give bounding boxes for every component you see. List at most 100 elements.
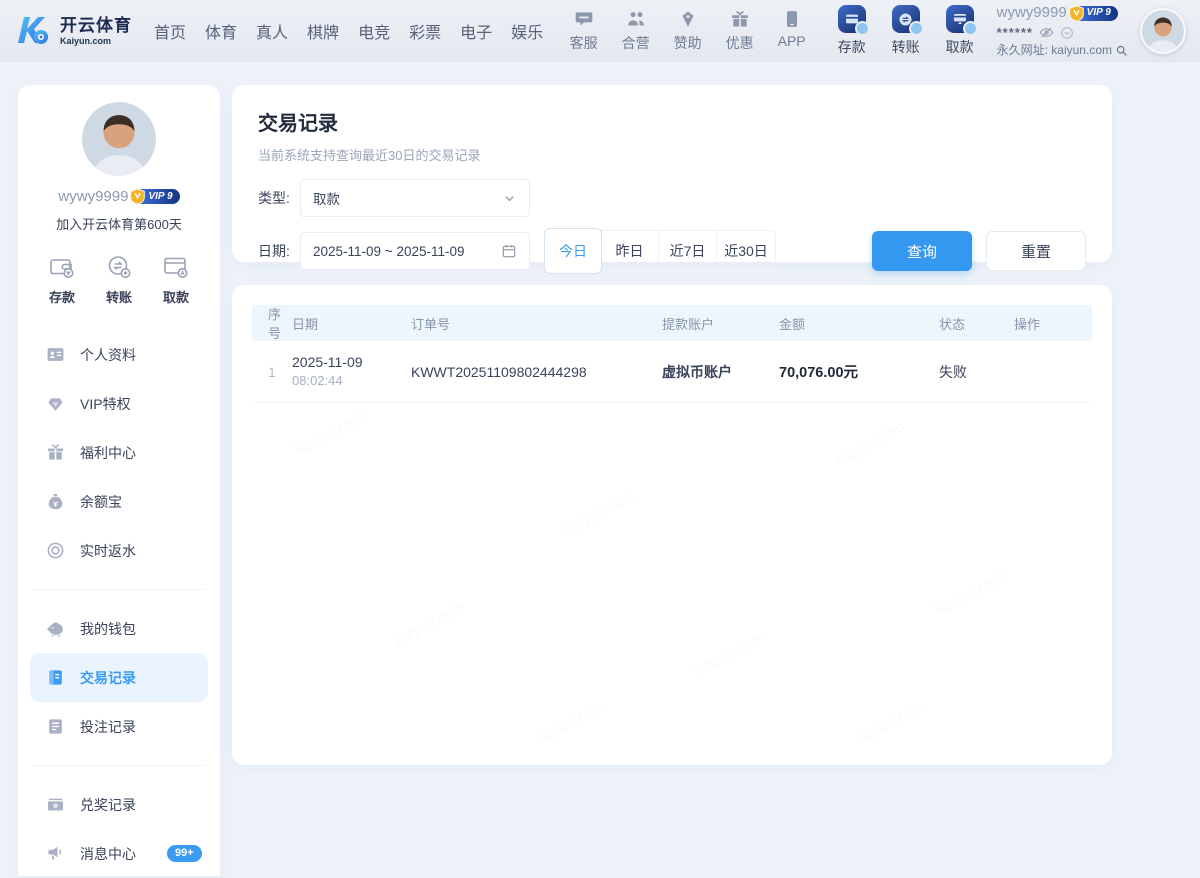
sidebar-item-prize[interactable]: 兑奖记录 bbox=[18, 780, 220, 829]
nav-item-home[interactable]: 首页 bbox=[154, 19, 186, 43]
nav-item-esports[interactable]: 电竞 bbox=[358, 19, 390, 43]
sidebar-item-rebate[interactable]: 实时返水 bbox=[18, 526, 220, 575]
support-icon bbox=[574, 9, 594, 29]
sidebar-item-bets[interactable]: 投注记录 bbox=[18, 702, 220, 751]
date-label: 日期: bbox=[258, 241, 300, 261]
sidebar-item-profile[interactable]: 个人资料 bbox=[18, 330, 220, 379]
brand-title: 开云体育 bbox=[60, 17, 132, 34]
main-content: 交易记录 当前系统支持查询最近30日的交易记录 类型: 取款 日期: 2025-… bbox=[232, 85, 1112, 765]
nav-item-entertainment[interactable]: 娱乐 bbox=[511, 19, 543, 43]
sidebar-transfer-button[interactable]: 转账 bbox=[105, 253, 133, 306]
vip-shield-icon bbox=[129, 187, 146, 206]
sidebar-item-vip[interactable]: VIP特权 bbox=[18, 379, 220, 428]
messages-count-badge: 99+ bbox=[167, 845, 202, 862]
sidebar-divider bbox=[34, 765, 204, 766]
sidebar-item-wallet[interactable]: 我的钱包 bbox=[18, 604, 220, 653]
quick-range-group: 今日 昨日 近7日 近30日 bbox=[544, 230, 776, 272]
table-row: 1 2025-11-09 08:02:44 KWWT20251109802444… bbox=[252, 341, 1092, 403]
username[interactable]: wywy9999 bbox=[997, 4, 1067, 23]
nav-item-live[interactable]: 真人 bbox=[256, 19, 288, 43]
app-label: APP bbox=[778, 33, 806, 49]
type-row: 类型: 取款 bbox=[258, 179, 1086, 217]
promo-label: 优惠 bbox=[726, 33, 754, 53]
nav-item-lottery[interactable]: 彩票 bbox=[409, 19, 441, 43]
nav-item-cards[interactable]: 棋牌 bbox=[307, 19, 339, 43]
header-quick-gray: 客服 合营 赞助 优惠 bbox=[563, 9, 813, 53]
user-summary: wywy9999 VIP 9 ****** bbox=[997, 4, 1128, 58]
sidebar-item-label: 实时返水 bbox=[80, 541, 136, 561]
chevron-circle-icon[interactable] bbox=[1060, 26, 1074, 40]
sidebar-item-label: 我的钱包 bbox=[80, 619, 136, 639]
support-label: 客服 bbox=[570, 33, 598, 53]
type-select-value: 取款 bbox=[313, 188, 502, 208]
transfer-icon bbox=[892, 5, 920, 33]
partner-button[interactable]: 合营 bbox=[615, 9, 657, 53]
avatar[interactable] bbox=[1140, 8, 1186, 54]
deposit-button[interactable]: 存款 bbox=[831, 5, 873, 57]
megaphone-icon bbox=[46, 844, 65, 863]
range-30days-button[interactable]: 近30日 bbox=[717, 231, 775, 271]
row-status: 失败 bbox=[939, 362, 1014, 382]
sidebar-item-transactions[interactable]: 交易记录 bbox=[30, 653, 208, 702]
sidebar-username: wywy9999 bbox=[58, 188, 128, 205]
type-select[interactable]: 取款 bbox=[300, 179, 530, 217]
sidebar-item-label: 兑奖记录 bbox=[80, 795, 136, 815]
row-amount: 70,076.00元 bbox=[779, 361, 939, 382]
sidebar-item-yuebao[interactable]: 余额宝 bbox=[18, 477, 220, 526]
date-row: 日期: 2025-11-09 ~ 2025-11-09 今日 昨日 近7日 近3… bbox=[258, 230, 1086, 272]
col-amount: 金额 bbox=[779, 314, 939, 333]
calendar-icon bbox=[501, 243, 517, 259]
vip-icon bbox=[46, 394, 65, 413]
top-bar: 开云体育 Kaiyun.com 首页 体育 真人 棋牌 电竞 彩票 电子 娱乐 … bbox=[0, 0, 1200, 62]
sidebar-item-welfare[interactable]: 福利中心 bbox=[18, 428, 220, 477]
sidebar-deposit-label: 存款 bbox=[49, 287, 75, 306]
promo-button[interactable]: 优惠 bbox=[719, 9, 761, 53]
magnifier-icon[interactable] bbox=[1115, 44, 1128, 57]
transfer-button[interactable]: 转账 bbox=[885, 5, 927, 57]
query-button[interactable]: 查询 bbox=[872, 231, 972, 271]
sidebar-menu: 个人资料 VIP特权 福利中心 余额宝 bbox=[18, 330, 220, 878]
eye-slash-icon[interactable] bbox=[1039, 25, 1054, 40]
sidebar-quick-actions: 存款 转账 取款 bbox=[18, 253, 220, 306]
col-action: 操作 bbox=[1014, 314, 1092, 333]
sponsor-label: 赞助 bbox=[674, 33, 702, 53]
brand-logo[interactable]: 开云体育 Kaiyun.com bbox=[14, 11, 132, 51]
range-7days-button[interactable]: 近7日 bbox=[659, 231, 717, 271]
row-order-no: KWWT20251109802444298 bbox=[411, 364, 662, 380]
sponsor-icon bbox=[678, 9, 698, 29]
nav-item-sports[interactable]: 体育 bbox=[205, 19, 237, 43]
sidebar-item-label: VIP特权 bbox=[80, 394, 131, 414]
main-nav: 首页 体育 真人 棋牌 电竞 彩票 电子 娱乐 bbox=[154, 19, 543, 43]
transfer-label: 转账 bbox=[892, 37, 920, 57]
page: 开云体育 Kaiyun.com 首页 体育 真人 棋牌 电竞 彩票 电子 娱乐 … bbox=[0, 0, 1200, 876]
sidebar-transfer-label: 转账 bbox=[106, 287, 132, 306]
filter-card: 交易记录 当前系统支持查询最近30日的交易记录 类型: 取款 日期: 2025-… bbox=[232, 85, 1112, 262]
date-range-input[interactable]: 2025-11-09 ~ 2025-11-09 bbox=[300, 232, 530, 270]
range-today-button[interactable]: 今日 bbox=[544, 228, 602, 274]
sidebar-item-label: 投注记录 bbox=[80, 717, 136, 737]
withdraw-label: 取款 bbox=[946, 37, 974, 57]
sidebar-deposit-button[interactable]: 存款 bbox=[48, 253, 76, 306]
sponsor-button[interactable]: 赞助 bbox=[667, 9, 709, 53]
app-button[interactable]: APP bbox=[771, 9, 813, 53]
support-button[interactable]: 客服 bbox=[563, 9, 605, 53]
transactions-icon bbox=[46, 668, 65, 687]
sidebar-avatar[interactable] bbox=[82, 102, 156, 176]
transfer-outline-icon bbox=[105, 253, 133, 281]
sidebar-withdraw-button[interactable]: 取款 bbox=[162, 253, 190, 306]
vip-shield-icon bbox=[1068, 4, 1085, 23]
records-table-card: kaiyun.comkaiyun.com kaiyun.comkaiyun.co… bbox=[232, 285, 1112, 765]
sidebar-item-messages[interactable]: 消息中心 99+ bbox=[18, 829, 220, 878]
col-order-no: 订单号 bbox=[411, 314, 662, 333]
wallet-outline-icon bbox=[48, 253, 76, 281]
withdraw-button[interactable]: 取款 bbox=[939, 5, 981, 57]
date-range-value: 2025-11-09 ~ 2025-11-09 bbox=[313, 244, 501, 259]
brand-domain: Kaiyun.com bbox=[60, 37, 132, 46]
nav-item-slots[interactable]: 电子 bbox=[460, 19, 492, 43]
top-right-cluster: 客服 合营 赞助 优惠 bbox=[563, 4, 1186, 58]
moneybag-icon bbox=[46, 492, 65, 511]
reset-button[interactable]: 重置 bbox=[986, 231, 1086, 271]
col-index: 序号 bbox=[252, 304, 292, 342]
range-yesterday-button[interactable]: 昨日 bbox=[601, 231, 659, 271]
vip-level-label: VIP 9 bbox=[1087, 7, 1111, 20]
